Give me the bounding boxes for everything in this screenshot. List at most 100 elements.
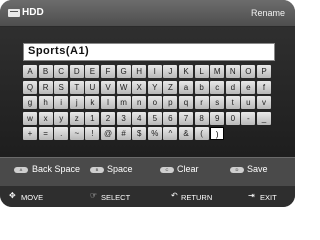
key[interactable]: ! xyxy=(85,127,100,140)
key[interactable]: E xyxy=(85,65,100,78)
hdd-icon xyxy=(8,9,20,17)
key[interactable]: J xyxy=(163,65,178,78)
key[interactable]: A xyxy=(23,65,37,78)
key[interactable]: # xyxy=(116,127,131,140)
key[interactable]: $ xyxy=(132,127,147,140)
key[interactable]: e xyxy=(241,80,256,94)
key[interactable]: 5 xyxy=(147,111,162,125)
key[interactable]: R xyxy=(38,80,53,94)
color-button-d: D xyxy=(230,167,244,173)
legend-label: Space xyxy=(107,164,133,174)
key[interactable]: W xyxy=(116,80,131,94)
key[interactable]: p xyxy=(163,96,178,109)
key[interactable]: Q xyxy=(23,80,37,94)
key[interactable]: G xyxy=(116,65,131,78)
key[interactable]: N xyxy=(225,65,240,78)
key[interactable]: 8 xyxy=(194,111,209,125)
key[interactable]: b xyxy=(194,80,209,94)
key[interactable]: 0 xyxy=(225,111,240,125)
nav-label: SELECT xyxy=(101,193,131,202)
key[interactable]: f xyxy=(257,80,271,94)
key[interactable]: % xyxy=(147,127,162,140)
key[interactable]: n xyxy=(132,96,147,109)
key[interactable]: T xyxy=(69,80,84,94)
key[interactable]: m xyxy=(116,96,131,109)
color-button-a: A xyxy=(14,167,28,173)
key[interactable]: ^ xyxy=(163,127,178,140)
nav-label: RETURN xyxy=(181,193,213,202)
key[interactable]: ) xyxy=(210,127,225,140)
key[interactable]: F xyxy=(101,65,115,78)
key[interactable]: d xyxy=(225,80,240,94)
key[interactable]: t xyxy=(225,96,240,109)
key[interactable]: Z xyxy=(163,80,178,94)
key[interactable]: 2 xyxy=(101,111,115,125)
key[interactable]: a xyxy=(179,80,193,94)
nav-label: MOVE xyxy=(21,193,44,202)
navigation-bar: ✥ MOVE ☞ SELECT ↶ RETURN ⇥ EXIT xyxy=(0,186,295,207)
mode-label: Rename xyxy=(250,8,285,18)
return-icon: ↶ xyxy=(171,191,178,200)
key[interactable]: M xyxy=(210,65,225,78)
title-bar: HDD Rename xyxy=(0,0,295,27)
key[interactable]: & xyxy=(179,127,193,140)
header-title: HDD xyxy=(22,7,44,18)
key[interactable]: 1 xyxy=(85,111,100,125)
key[interactable]: U xyxy=(85,80,100,94)
key[interactable]: r xyxy=(194,96,209,109)
key[interactable]: c xyxy=(210,80,225,94)
key[interactable]: q xyxy=(179,96,193,109)
key[interactable]: . xyxy=(54,127,69,140)
key[interactable]: S xyxy=(54,80,69,94)
key[interactable]: o xyxy=(147,96,162,109)
key[interactable]: _ xyxy=(257,111,271,125)
key[interactable]: I xyxy=(147,65,162,78)
key[interactable]: @ xyxy=(101,127,115,140)
key[interactable]: - xyxy=(241,111,256,125)
key[interactable]: B xyxy=(38,65,53,78)
key[interactable]: 3 xyxy=(116,111,131,125)
key[interactable]: 4 xyxy=(132,111,147,125)
key[interactable]: H xyxy=(132,65,147,78)
key[interactable]: j xyxy=(69,96,84,109)
key[interactable]: y xyxy=(54,111,69,125)
key[interactable]: s xyxy=(210,96,225,109)
key[interactable]: 7 xyxy=(179,111,193,125)
color-button-b: B xyxy=(90,167,104,173)
nav-label: EXIT xyxy=(260,193,277,202)
keyboard-row: + =. ~! @ # $% ^ &() xyxy=(23,127,273,140)
key[interactable]: K xyxy=(179,65,193,78)
key[interactable]: P xyxy=(257,65,271,78)
keyboard-row: QRSTUVWXYZabcdef xyxy=(23,80,273,94)
key[interactable]: h xyxy=(38,96,53,109)
key[interactable]: X xyxy=(132,80,147,94)
key[interactable]: 6 xyxy=(163,111,178,125)
key[interactable]: k xyxy=(85,96,100,109)
move-arrows-icon: ✥ xyxy=(9,191,16,200)
color-button-legend: A Back Space B Space C Clear D Save xyxy=(0,158,295,186)
key[interactable]: l xyxy=(101,96,115,109)
key[interactable]: C xyxy=(54,65,69,78)
key[interactable]: v xyxy=(257,96,271,109)
key[interactable]: ~ xyxy=(69,127,84,140)
key[interactable]: u xyxy=(241,96,256,109)
select-icon: ☞ xyxy=(90,191,98,200)
name-input[interactable]: Sports(A1) xyxy=(23,43,275,61)
legend-label: Save xyxy=(247,164,268,174)
key[interactable]: 9 xyxy=(210,111,225,125)
key[interactable]: ( xyxy=(194,127,209,140)
key[interactable]: L xyxy=(194,65,209,78)
key[interactable]: O xyxy=(241,65,256,78)
key[interactable]: w xyxy=(23,111,37,125)
key[interactable]: g xyxy=(23,96,37,109)
key[interactable]: V xyxy=(101,80,115,94)
name-value: Sports(A1) xyxy=(28,45,90,57)
key[interactable]: x xyxy=(38,111,53,125)
keyboard-row: ABCDEFGHIJKLMNOP xyxy=(23,65,273,78)
key[interactable]: D xyxy=(69,65,84,78)
key[interactable]: i xyxy=(54,96,69,109)
key[interactable]: = xyxy=(38,127,53,140)
key[interactable]: z xyxy=(69,111,84,125)
key[interactable]: + xyxy=(23,127,37,140)
key[interactable]: Y xyxy=(147,80,162,94)
